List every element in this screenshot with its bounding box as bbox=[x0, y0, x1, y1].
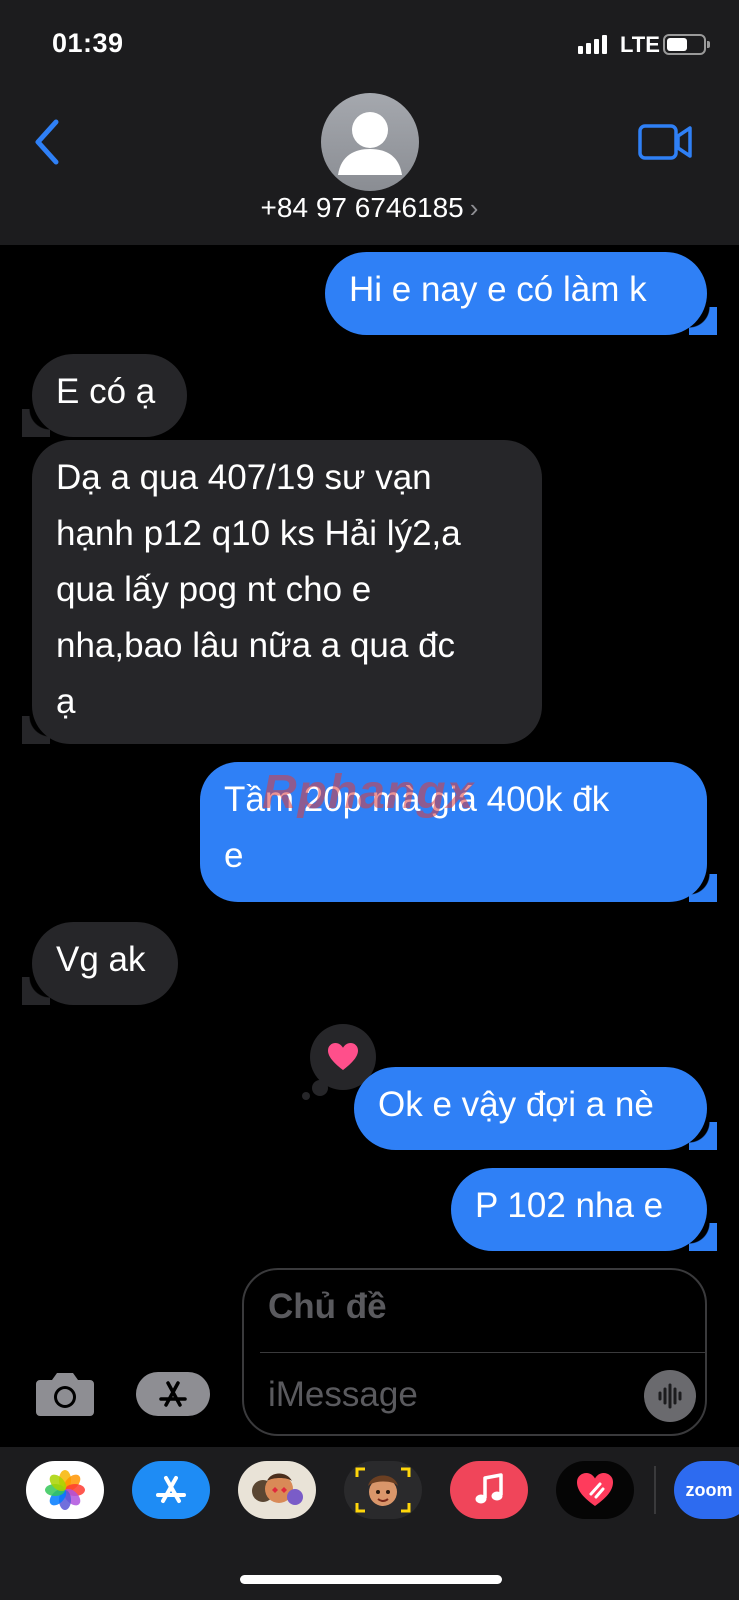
message-text: Hi e nay e có làm k bbox=[349, 270, 647, 309]
subject-field[interactable]: Chủ đề bbox=[268, 1287, 387, 1327]
message-bubble-sent[interactable]: Ok e vậy đợi a nè bbox=[354, 1067, 717, 1150]
memoji-stickers-icon[interactable] bbox=[238, 1461, 316, 1519]
input-divider bbox=[260, 1352, 707, 1353]
message-bubble-received[interactable]: Vg ak bbox=[22, 922, 178, 1005]
contact-avatar-icon[interactable] bbox=[321, 93, 419, 191]
message-bubble-received[interactable]: Dạ a qua 407/19 sư vạn hạnh p12 q10 ks H… bbox=[22, 440, 542, 744]
audio-message-icon[interactable] bbox=[644, 1370, 696, 1422]
message-line: e bbox=[224, 836, 244, 875]
message-line: hạnh p12 q10 ks Hải lý2,a bbox=[56, 514, 461, 553]
message-line: qua lấy pog nt cho e bbox=[56, 570, 372, 609]
message-bubble-sent[interactable]: Hi e nay e có làm k bbox=[325, 252, 717, 335]
message-bubble-sent[interactable]: P 102 nha e bbox=[451, 1168, 717, 1251]
chevron-right-icon: › bbox=[469, 193, 479, 223]
camera-icon[interactable] bbox=[34, 1370, 96, 1418]
reaction-bubble-dot bbox=[302, 1092, 310, 1100]
photos-icon[interactable] bbox=[26, 1461, 104, 1519]
battery-icon bbox=[663, 34, 710, 55]
message-field[interactable]: iMessage bbox=[268, 1375, 418, 1415]
message-line: ạ bbox=[56, 682, 76, 721]
app-drawer-separator bbox=[654, 1466, 656, 1514]
back-chevron-icon[interactable] bbox=[30, 118, 64, 166]
message-text: P 102 nha e bbox=[475, 1186, 664, 1225]
video-call-icon[interactable] bbox=[638, 122, 692, 162]
app-store-icon bbox=[159, 1381, 187, 1407]
message-line: nha,bao lâu nữa a qua đc bbox=[56, 626, 456, 665]
zoom-icon[interactable]: zoom bbox=[674, 1461, 739, 1519]
status-time: 01:39 bbox=[52, 28, 124, 58]
app-store-icon[interactable] bbox=[132, 1461, 210, 1519]
music-icon[interactable] bbox=[450, 1461, 528, 1519]
memoji-icon[interactable] bbox=[344, 1461, 422, 1519]
app-store-button[interactable] bbox=[136, 1372, 210, 1416]
home-indicator[interactable] bbox=[240, 1575, 502, 1584]
message-bubble-received[interactable]: E có ạ bbox=[22, 354, 187, 437]
digital-touch-icon[interactable] bbox=[556, 1461, 634, 1519]
contact-number: +84 97 6746185 bbox=[260, 192, 464, 223]
network-type: LTE bbox=[620, 32, 660, 57]
contact-name[interactable]: +84 97 6746185 › bbox=[0, 192, 739, 224]
message-line: Dạ a qua 407/19 sư vạn bbox=[56, 458, 432, 497]
zoom-label: zoom bbox=[685, 1479, 733, 1500]
signal-strength-icon bbox=[578, 34, 607, 54]
message-text: Vg ak bbox=[56, 940, 146, 979]
message-text: E có ạ bbox=[56, 372, 156, 411]
watermark: Rphangx bbox=[262, 766, 475, 819]
message-text: Ok e vậy đợi a nè bbox=[378, 1085, 654, 1124]
